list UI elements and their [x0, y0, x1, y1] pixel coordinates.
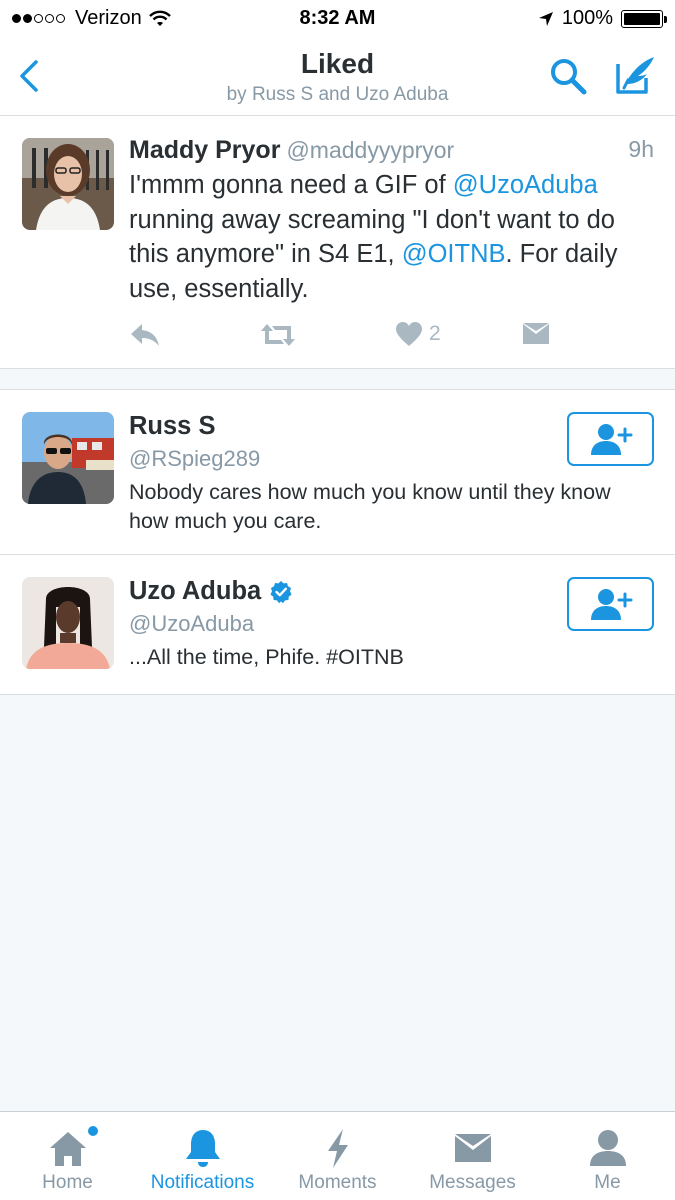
retweet-button[interactable] — [259, 322, 297, 348]
tab-messages[interactable]: Messages — [405, 1112, 540, 1200]
add-person-icon — [590, 424, 632, 455]
follow-button[interactable] — [567, 412, 654, 466]
liked-tweet[interactable]: Maddy Pryor @maddyyypryor 9h I'mmm gonna … — [0, 116, 675, 369]
user-card-uzo-aduba[interactable]: Uzo Aduba @UzoAduba ...All the time, Phi… — [0, 554, 675, 695]
location-arrow-icon — [538, 11, 553, 26]
user-bio: Nobody cares how much you know until the… — [129, 480, 611, 533]
tab-notifications[interactable]: Notifications — [135, 1112, 270, 1200]
retweet-icon — [261, 324, 295, 346]
reply-button[interactable] — [129, 322, 161, 348]
lightning-icon — [327, 1129, 348, 1168]
tab-label: Moments — [298, 1172, 377, 1193]
tab-label: Messages — [429, 1172, 516, 1193]
user-handle[interactable]: @UzoAduba — [129, 611, 254, 637]
user-bio: ...All the time, Phife. #OITNB — [129, 645, 404, 669]
tab-home[interactable]: Home — [0, 1112, 135, 1200]
tweet-header: Maddy Pryor @maddyyypryor 9h — [129, 136, 654, 165]
nav-bar: Liked by Russ S and Uzo Aduba — [0, 38, 675, 116]
mention-link-oitnb[interactable]: @OITNB — [402, 240, 506, 268]
bell-icon — [185, 1130, 220, 1167]
status-right: 100% — [538, 7, 667, 30]
user-handle[interactable]: @RSpieg289 — [129, 446, 260, 472]
envelope-icon — [454, 1134, 491, 1162]
person-icon — [589, 1130, 626, 1166]
battery-icon — [621, 9, 667, 28]
tab-label: Home — [42, 1172, 93, 1193]
tab-moments[interactable]: Moments — [270, 1112, 405, 1200]
user-name[interactable]: Uzo Aduba — [129, 577, 293, 606]
verified-badge-icon — [270, 580, 292, 603]
heart-icon — [396, 322, 422, 346]
user-name[interactable]: Russ S — [129, 412, 215, 441]
like-button[interactable]: 2 — [395, 321, 441, 347]
add-person-icon — [590, 589, 632, 620]
like-count: 2 — [429, 322, 441, 345]
compose-tweet-icon[interactable] — [614, 54, 658, 96]
battery-percent: 100% — [561, 7, 613, 29]
envelope-share-icon — [523, 323, 549, 344]
tweet-author-name[interactable]: Maddy Pryor — [129, 136, 280, 164]
search-icon[interactable] — [548, 56, 588, 96]
user-name-text: Russ S — [129, 412, 216, 440]
user-name-text: Uzo Aduba — [129, 577, 262, 605]
tab-label: Notifications — [150, 1172, 255, 1193]
tab-label: Me — [594, 1172, 621, 1193]
avatar-maddy-pryor[interactable] — [22, 138, 114, 230]
unread-dot — [88, 1126, 98, 1136]
tweet-text-part: I'mmm gonna need a GIF of — [129, 171, 453, 199]
reply-icon — [131, 324, 159, 346]
avatar-uzo-aduba[interactable] — [22, 577, 114, 669]
user-card-russ-s[interactable]: Russ S @RSpieg289 Nobody cares how much … — [0, 389, 675, 554]
tweet-timestamp: 9h — [628, 136, 654, 162]
avatar-russ-s[interactable] — [22, 412, 114, 504]
follow-button[interactable] — [567, 577, 654, 631]
home-icon — [49, 1132, 86, 1166]
tweet-author-handle[interactable]: @maddyyypryor — [286, 137, 454, 163]
status-bar: Verizon 8:32 AM 100% — [0, 0, 675, 38]
tab-bar: Home Notifications Moments Messages Me — [0, 1111, 675, 1200]
direct-message-button[interactable] — [522, 322, 550, 346]
tab-me[interactable]: Me — [540, 1112, 675, 1200]
tweet-text: I'mmm gonna need a GIF of @UzoAduba runn… — [129, 168, 654, 306]
mention-link-uzoaduba[interactable]: @UzoAduba — [453, 171, 598, 199]
